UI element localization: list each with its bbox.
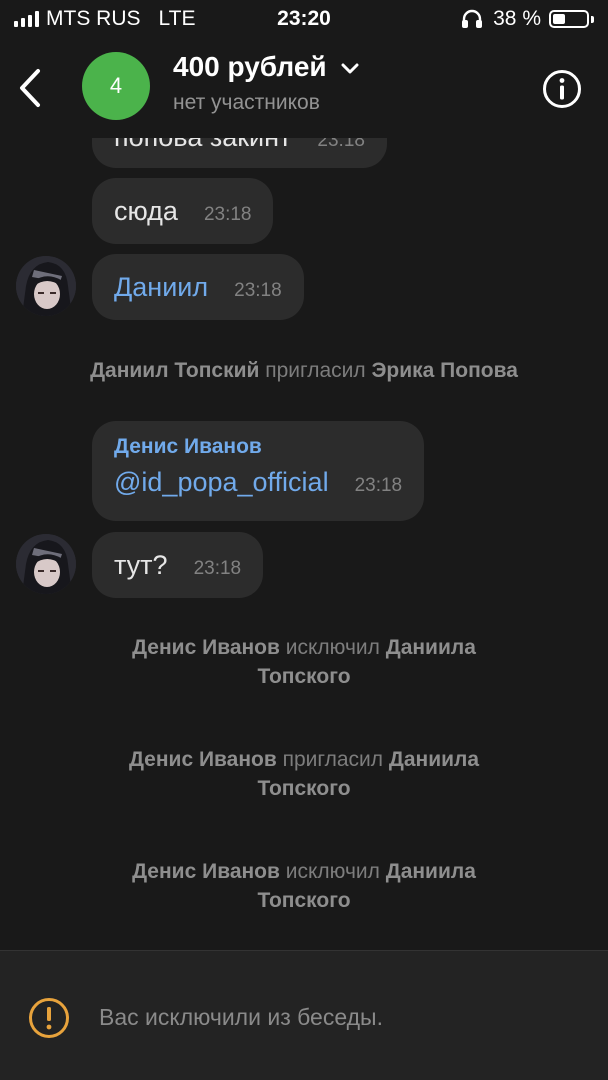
chat-header: 4 400 рублей нет участников (0, 40, 608, 138)
service-target[interactable]: Топского (257, 777, 350, 800)
service-target[interactable]: Даниила (389, 748, 479, 771)
message-time: 23:18 (193, 558, 242, 579)
service-target[interactable]: Эрика Попова (371, 359, 517, 382)
service-actor[interactable]: Денис Иванов (129, 748, 277, 771)
service-actor[interactable]: Денис Иванов (132, 636, 280, 659)
service-message: Денис Иванов пригласил Даниила Топского (0, 745, 608, 803)
service-action: пригласил (259, 359, 372, 382)
message-list[interactable]: попова закинт 23:18 сюда 23:18 Даниил 23… (0, 138, 608, 950)
message-bubble[interactable]: Денис Иванов @id_popa_official 23:18 (92, 421, 425, 521)
message-bubble[interactable]: Даниил 23:18 (92, 254, 304, 320)
service-action: исключил (279, 860, 386, 883)
service-action: пригласил (276, 748, 389, 771)
info-icon[interactable] (542, 69, 582, 109)
service-actor[interactable]: Денис Иванов (132, 860, 280, 883)
message-time: 23:18 (234, 280, 282, 301)
warning-icon (29, 998, 69, 1038)
chevron-down-icon (341, 63, 359, 74)
avatar[interactable] (16, 534, 76, 594)
battery-percent: 38 % (493, 7, 541, 30)
chat-subtitle: нет участников (173, 91, 320, 114)
message-text: попова закинт (114, 138, 291, 153)
message-bubble[interactable]: попова закинт 23:18 (92, 138, 387, 168)
battery-icon (549, 10, 589, 28)
status-bar: MTS RUS LTE 23:20 38 % (0, 0, 608, 40)
message-bubble[interactable]: сюда 23:18 (92, 178, 274, 244)
back-button[interactable] (10, 62, 50, 114)
removed-notice: Вас исключили из беседы. (99, 1004, 383, 1030)
back-arrow-icon (20, 69, 40, 107)
service-target[interactable]: Даниила (386, 636, 476, 659)
service-message: Денис Иванов исключил Даниила Топского (0, 857, 608, 915)
service-target[interactable]: Топского (257, 889, 350, 912)
mention-link[interactable]: @id_popa_official (114, 467, 329, 498)
message-bubble[interactable]: тут? 23:18 (92, 532, 264, 598)
message-time: 23:18 (203, 204, 252, 225)
message-text: сюда (114, 196, 178, 226)
avatar[interactable] (16, 256, 76, 316)
chat-title: 400 рублей (173, 51, 327, 82)
service-message: Денис Иванов исключил Даниила Топского (0, 633, 608, 691)
service-action: исключил (279, 636, 386, 659)
service-actor[interactable]: Даниил Топский (90, 359, 259, 382)
chat-avatar-label: 4 (109, 73, 123, 98)
chat-avatar[interactable]: 4 (82, 52, 150, 120)
message-time: 23:18 (317, 138, 365, 151)
message-time: 23:18 (354, 475, 403, 496)
mention-link[interactable]: Даниил (114, 272, 208, 303)
chat-footer: Вас исключили из беседы. (0, 950, 608, 1080)
headphones-icon (462, 9, 483, 28)
service-message: Даниил Топский пригласил Эрика Попова (0, 356, 608, 385)
service-target[interactable]: Топского (257, 665, 350, 688)
service-target[interactable]: Даниила (386, 860, 476, 883)
status-right: 38 % (461, 7, 594, 31)
message-sender[interactable]: Денис Иванов (114, 435, 262, 459)
chat-title-button[interactable]: 400 рублей (173, 51, 359, 83)
message-text: тут? (114, 550, 168, 580)
